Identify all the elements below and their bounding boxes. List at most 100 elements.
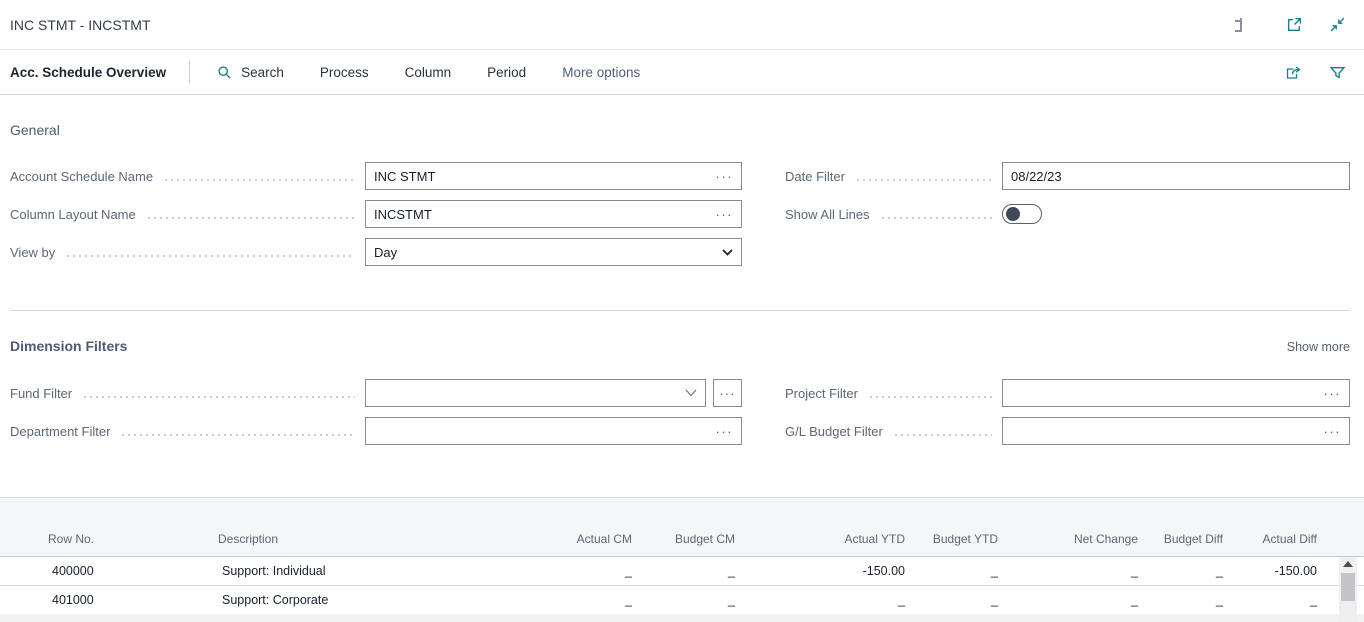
vertical-scrollbar[interactable] bbox=[1339, 557, 1357, 622]
dotted-leader bbox=[893, 434, 992, 436]
department-filter-input[interactable]: ··· bbox=[365, 417, 742, 445]
clipped-glyph-icon bbox=[1235, 18, 1242, 32]
table-cell[interactable]: _ bbox=[743, 585, 913, 614]
table-cell[interactable]: _ bbox=[1006, 556, 1146, 585]
dotted-leader bbox=[146, 217, 355, 219]
field-label: G/L Budget Filter bbox=[785, 424, 883, 439]
table-body: 400000Support: Individual__-150.00___-15… bbox=[0, 556, 1364, 614]
collapse-icon[interactable] bbox=[1329, 16, 1346, 33]
menu-item-column[interactable]: Column bbox=[405, 65, 452, 80]
table-cell[interactable]: Support: Individual bbox=[210, 556, 540, 585]
col-header-actual-cm[interactable]: Actual CM bbox=[540, 498, 640, 556]
col-header-budget-ytd[interactable]: Budget YTD bbox=[913, 498, 1006, 556]
col-header-net-change[interactable]: Net Change bbox=[1006, 498, 1146, 556]
fund-filter-lookup-button[interactable]: ··· bbox=[713, 379, 742, 407]
table-cell[interactable]: _ bbox=[1231, 585, 1325, 614]
project-filter-lookup-icon[interactable]: ··· bbox=[1324, 387, 1342, 400]
date-filter-input[interactable] bbox=[1002, 162, 1350, 190]
field-view-by: View by Day bbox=[10, 238, 742, 266]
table-cell[interactable]: _ bbox=[913, 556, 1006, 585]
menu-item-search[interactable]: Search bbox=[217, 65, 284, 80]
table-cell[interactable]: _ bbox=[913, 585, 1006, 614]
department-filter-value[interactable] bbox=[374, 424, 708, 439]
page-content: General Account Schedule Name ··· Column… bbox=[0, 122, 1364, 455]
view-by-select[interactable]: Day bbox=[365, 238, 742, 266]
search-icon bbox=[217, 65, 232, 80]
field-label: Show All Lines bbox=[785, 207, 870, 222]
action-bar: Acc. Schedule Overview Search Process Co… bbox=[0, 50, 1364, 95]
table-cell[interactable]: _ bbox=[540, 585, 640, 614]
window-title-bar: INC STMT - INCSTMT bbox=[0, 0, 1364, 50]
menu-item-more-options[interactable]: More options bbox=[562, 65, 640, 80]
field-show-all-lines: Show All Lines bbox=[785, 200, 1350, 228]
field-label: Account Schedule Name bbox=[10, 169, 153, 184]
menu-item-process[interactable]: Process bbox=[320, 65, 369, 80]
project-filter-value[interactable] bbox=[1011, 386, 1316, 401]
section-title-general[interactable]: General bbox=[10, 122, 1350, 138]
section-title-dimension-filters[interactable]: Dimension Filters bbox=[10, 338, 127, 354]
field-gl-budget-filter: G/L Budget Filter ··· bbox=[785, 417, 1350, 445]
show-all-lines-toggle[interactable] bbox=[1002, 204, 1042, 224]
column-layout-lookup-icon[interactable]: ··· bbox=[716, 208, 734, 221]
column-layout-name-input[interactable]: ··· bbox=[365, 200, 742, 228]
table-cell[interactable]: _ bbox=[640, 585, 743, 614]
fund-filter-combobox[interactable] bbox=[365, 379, 706, 407]
table-row[interactable]: 400000Support: Individual__-150.00___-15… bbox=[0, 556, 1364, 585]
col-header-budget-cm[interactable]: Budget CM bbox=[640, 498, 743, 556]
table-cell[interactable]: _ bbox=[1006, 585, 1146, 614]
menu-item-period[interactable]: Period bbox=[487, 65, 526, 80]
table-cell[interactable]: _ bbox=[1146, 556, 1231, 585]
overview-table: Row No. Description Actual CM Budget CM … bbox=[0, 498, 1364, 615]
share-icon[interactable] bbox=[1285, 64, 1303, 81]
schedule-overview-grid: Row No. Description Actual CM Budget CM … bbox=[0, 497, 1364, 622]
date-filter-value[interactable] bbox=[1011, 169, 1341, 184]
table-cell[interactable]: _ bbox=[640, 556, 743, 585]
page-caption: Acc. Schedule Overview bbox=[10, 65, 166, 80]
field-date-filter: Date Filter bbox=[785, 162, 1350, 190]
filter-icon[interactable] bbox=[1329, 64, 1346, 81]
table-cell[interactable]: -150.00 bbox=[1231, 556, 1325, 585]
department-filter-lookup-icon[interactable]: ··· bbox=[716, 425, 734, 438]
filler-header bbox=[1325, 498, 1364, 556]
table-cell[interactable]: _ bbox=[540, 556, 640, 585]
dotted-leader bbox=[65, 255, 355, 257]
table-cell[interactable]: Support: Corporate bbox=[210, 585, 540, 614]
col-header-actual-ytd[interactable]: Actual YTD bbox=[743, 498, 913, 556]
field-fund-filter: Fund Filter ··· bbox=[10, 379, 742, 407]
col-header-budget-diff[interactable]: Budget Diff bbox=[1146, 498, 1231, 556]
open-in-new-window-icon[interactable] bbox=[1286, 16, 1303, 33]
account-schedule-lookup-icon[interactable]: ··· bbox=[716, 170, 734, 183]
chevron-down-icon[interactable] bbox=[685, 389, 697, 397]
table-cell[interactable]: _ bbox=[1146, 585, 1231, 614]
section-divider bbox=[10, 310, 1350, 311]
chevron-down-icon bbox=[722, 249, 733, 256]
scrollbar-thumb[interactable] bbox=[1341, 573, 1355, 601]
dotted-leader bbox=[163, 179, 355, 181]
dimension-filter-fields: Fund Filter ··· Department Filter bbox=[10, 379, 1350, 455]
field-account-schedule-name: Account Schedule Name ··· bbox=[10, 162, 742, 190]
project-filter-input[interactable]: ··· bbox=[1002, 379, 1350, 407]
col-header-row-no[interactable]: Row No. bbox=[40, 498, 210, 556]
account-schedule-name-value[interactable] bbox=[374, 169, 708, 184]
menu-item-label: Search bbox=[241, 65, 284, 80]
next-row-partial bbox=[0, 614, 1364, 622]
gl-budget-filter-input[interactable]: ··· bbox=[1002, 417, 1350, 445]
dotted-leader bbox=[82, 396, 355, 398]
gl-budget-filter-value[interactable] bbox=[1011, 424, 1316, 439]
scroll-up-icon[interactable] bbox=[1343, 561, 1353, 567]
gl-budget-filter-lookup-icon[interactable]: ··· bbox=[1324, 425, 1342, 438]
row-gutter bbox=[0, 585, 40, 614]
col-header-actual-diff[interactable]: Actual Diff bbox=[1231, 498, 1325, 556]
table-cell[interactable]: 400000 bbox=[40, 556, 210, 585]
col-header-description[interactable]: Description bbox=[210, 498, 540, 556]
column-layout-name-value[interactable] bbox=[374, 207, 708, 222]
show-more-link[interactable]: Show more bbox=[1287, 340, 1350, 354]
table-row[interactable]: 401000Support: Corporate_______ bbox=[0, 585, 1364, 614]
view-by-value: Day bbox=[374, 245, 397, 260]
action-menu: Search Process Column Period More option… bbox=[217, 65, 640, 80]
fund-filter-value[interactable] bbox=[374, 386, 677, 401]
table-cell[interactable]: -150.00 bbox=[743, 556, 913, 585]
account-schedule-name-input[interactable]: ··· bbox=[365, 162, 742, 190]
table-cell[interactable]: 401000 bbox=[40, 585, 210, 614]
action-bar-right-icons bbox=[1285, 64, 1346, 81]
